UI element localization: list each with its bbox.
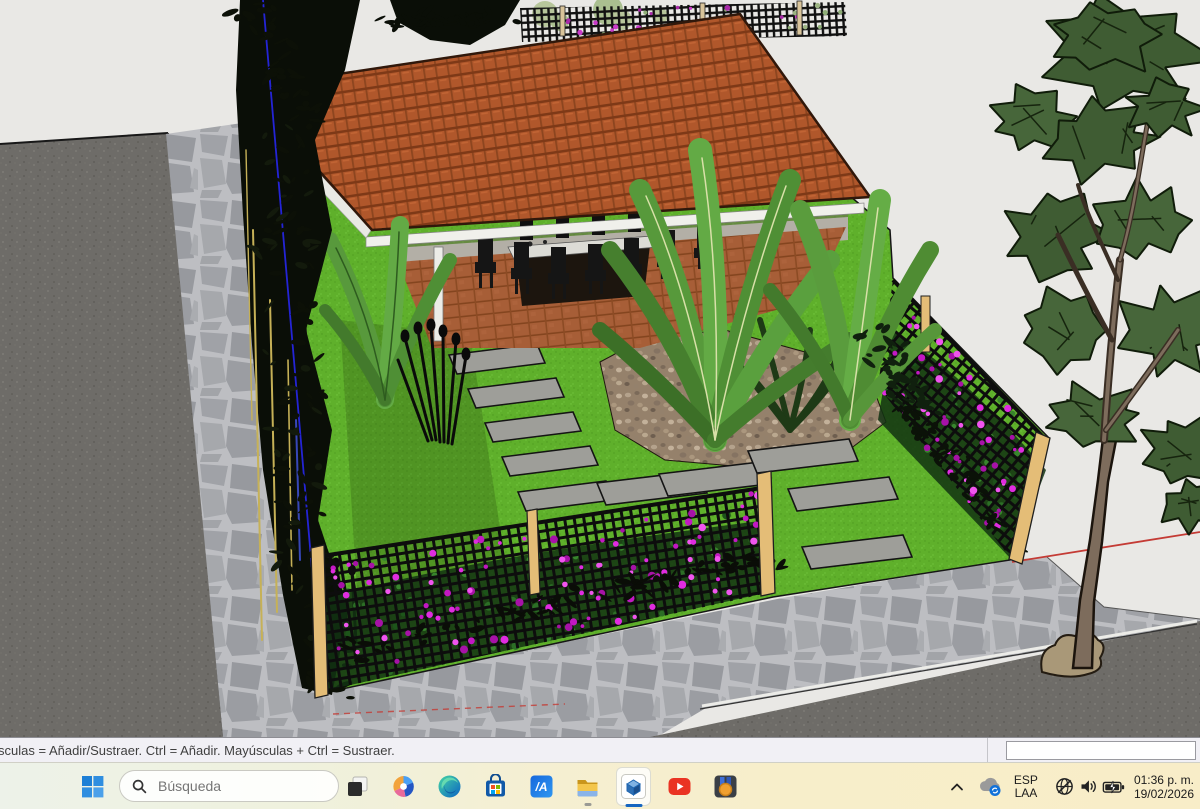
fence-post: [527, 509, 540, 595]
youtube-icon: [667, 774, 692, 799]
sketchup-button-active[interactable]: [616, 767, 651, 806]
taskbar: /A: [0, 762, 1200, 809]
time-text: 01:36 p. m.: [1134, 773, 1194, 787]
date-text: 19/02/2026: [1134, 787, 1194, 801]
status-divider: [987, 738, 988, 762]
tray-chevron-up-icon[interactable]: [950, 782, 964, 792]
language-indicator[interactable]: ESP LAA: [1014, 774, 1038, 800]
task-view-button[interactable]: [345, 774, 370, 799]
search-box[interactable]: [119, 770, 339, 802]
medal-app-button[interactable]: [713, 774, 738, 799]
sketchup-viewport[interactable]: [0, 0, 1200, 737]
file-explorer-button[interactable]: [575, 774, 600, 799]
sketchup-icon: [621, 774, 646, 799]
copilot-icon: [391, 774, 416, 799]
edge-icon: [437, 774, 462, 799]
language-line2: LAA: [1014, 787, 1038, 800]
file-explorer-icon: [575, 774, 600, 799]
onedrive-icon[interactable]: [978, 777, 1004, 797]
blue-slash-a-app-icon: /A: [529, 774, 554, 799]
search-icon: [132, 779, 147, 794]
taskbar-app-icons: /A: [345, 763, 738, 809]
medal-app-icon: [713, 774, 738, 799]
clock[interactable]: 01:36 p. m. 19/02/2026: [1134, 773, 1194, 801]
system-tray: ESP LAA 01:36 p. m. 19/02/2026: [950, 763, 1194, 809]
youtube-button[interactable]: [667, 774, 692, 799]
network-globe-icon[interactable]: [1054, 776, 1075, 797]
svg-text:/A: /A: [535, 780, 548, 794]
volume-icon[interactable]: [1078, 776, 1099, 797]
running-indicator: [584, 803, 591, 806]
start-button[interactable]: [80, 774, 105, 799]
measurements-input[interactable]: [1006, 741, 1196, 760]
microsoft-store-button[interactable]: [483, 774, 508, 799]
edge-button[interactable]: [437, 774, 462, 799]
task-view-icon: [345, 774, 370, 799]
copilot-button[interactable]: [391, 774, 416, 799]
windows-logo-icon: [81, 775, 104, 798]
status-bar: sculas = Añadir/Sustraer. Ctrl = Añadir.…: [0, 737, 1200, 762]
battery-charging-icon[interactable]: [1102, 777, 1126, 797]
search-input[interactable]: [156, 777, 310, 795]
blue-slash-a-app-button[interactable]: /A: [529, 774, 554, 799]
status-hint-text: sculas = Añadir/Sustraer. Ctrl = Añadir.…: [0, 743, 395, 758]
active-indicator: [625, 804, 642, 807]
desktop-screen: sculas = Añadir/Sustraer. Ctrl = Añadir.…: [0, 0, 1200, 809]
language-line1: ESP: [1014, 774, 1038, 787]
microsoft-store-icon: [483, 774, 508, 799]
